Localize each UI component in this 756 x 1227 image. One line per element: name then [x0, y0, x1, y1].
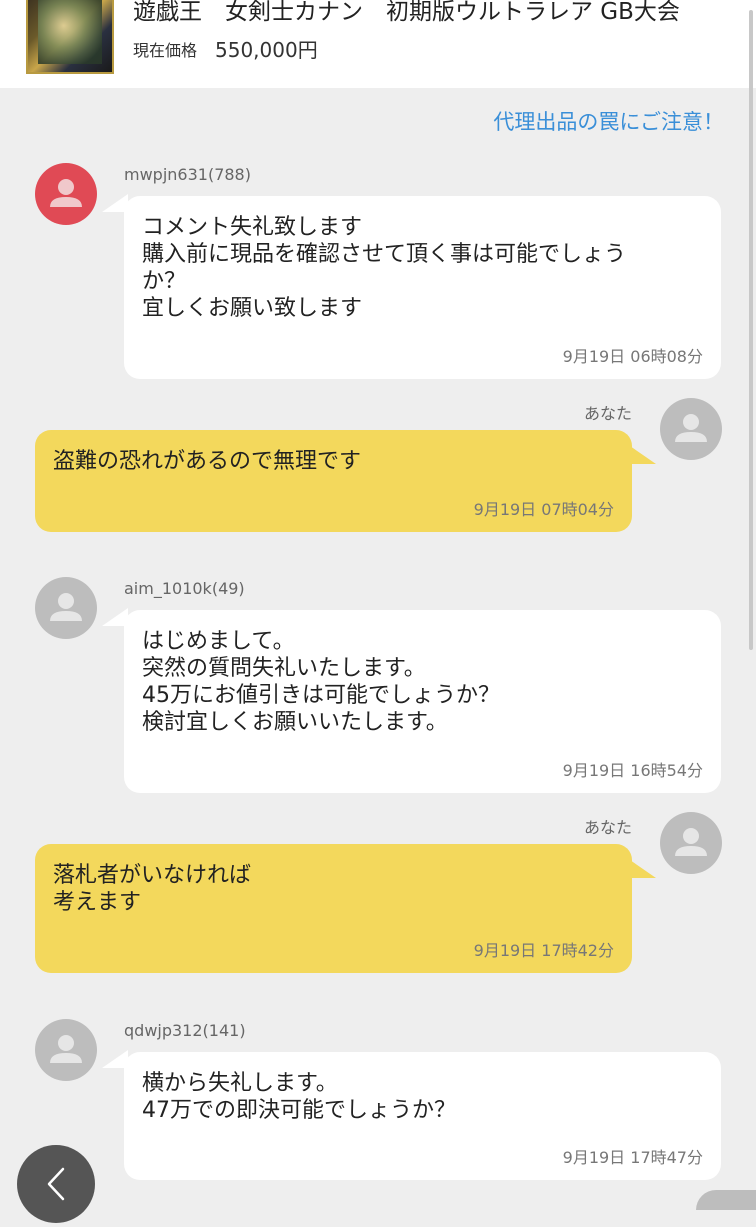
proxy-listing-warning-link[interactable]: 代理出品の罠にご注意！: [493, 106, 724, 136]
message-time: 9月19日 07時04分: [473, 500, 614, 519]
message-time: 9月19日 16時54分: [562, 761, 703, 780]
reply-bubble: 盗難の恐れがあるので無理です 9月19日 07時04分: [35, 430, 632, 532]
avatar: [696, 1190, 756, 1210]
item-header: 遊戯王 女剣士カナン 初期版ウルトラレア GB大会 現在価格 550,000円: [0, 0, 756, 88]
item-title[interactable]: 遊戯王 女剣士カナン 初期版ウルトラレア GB大会: [133, 0, 733, 24]
bubble-tail: [630, 860, 656, 878]
message-text: 横から失礼します。 47万での即決可能でしょうか？: [142, 1071, 456, 1123]
avatar[interactable]: [35, 577, 97, 639]
reply-bubble: 落札者がいなければ 考えます 9月19日 17時42分: [35, 844, 632, 973]
back-button[interactable]: [17, 1145, 95, 1223]
avatar[interactable]: [35, 163, 97, 225]
bubble-tail: [630, 446, 656, 464]
message-sender: あなた: [583, 818, 632, 837]
message-sender[interactable]: qdwjp312(141): [124, 1021, 246, 1040]
message-text: 落札者がいなければ 考えます: [53, 863, 252, 915]
comment-bubble: 横から失礼します。 47万での即決可能でしょうか？ 9月19日 17時47分: [124, 1052, 721, 1180]
message-time: 9月19日 17時47分: [562, 1148, 703, 1167]
person-icon: [675, 828, 707, 856]
price-value: 550,000円: [215, 38, 318, 62]
item-thumbnail[interactable]: [26, 0, 114, 74]
person-icon: [50, 179, 82, 207]
message-sender[interactable]: mwpjn631(788): [124, 165, 251, 184]
message-time: 9月19日 06時08分: [562, 347, 703, 366]
message-text: コメント失礼致します 購入前に現品を確認させて頂く事は可能でしょう か？ 宜しく…: [142, 215, 627, 321]
message-sender: あなた: [583, 404, 632, 423]
message-sender[interactable]: aim_1010k(49): [124, 579, 245, 598]
person-icon: [675, 414, 707, 442]
avatar[interactable]: [35, 1019, 97, 1081]
avatar: [660, 812, 722, 874]
price-label: 現在価格: [133, 41, 198, 60]
message-text: 盗難の恐れがあるので無理です: [53, 449, 362, 474]
person-icon: [50, 1035, 82, 1063]
person-icon: [50, 593, 82, 621]
comment-bubble: コメント失礼致します 購入前に現品を確認させて頂く事は可能でしょう か？ 宜しく…: [124, 196, 721, 379]
scrollbar[interactable]: [749, 10, 753, 650]
message-text: はじめまして。 突然の質問失礼いたします。 45万にお値引きは可能でしょうか？ …: [142, 629, 500, 735]
avatar: [660, 398, 722, 460]
comment-bubble: はじめまして。 突然の質問失礼いたします。 45万にお値引きは可能でしょうか？ …: [124, 610, 721, 793]
message-time: 9月19日 17時42分: [473, 941, 614, 960]
chevron-left-icon: [47, 1167, 65, 1201]
